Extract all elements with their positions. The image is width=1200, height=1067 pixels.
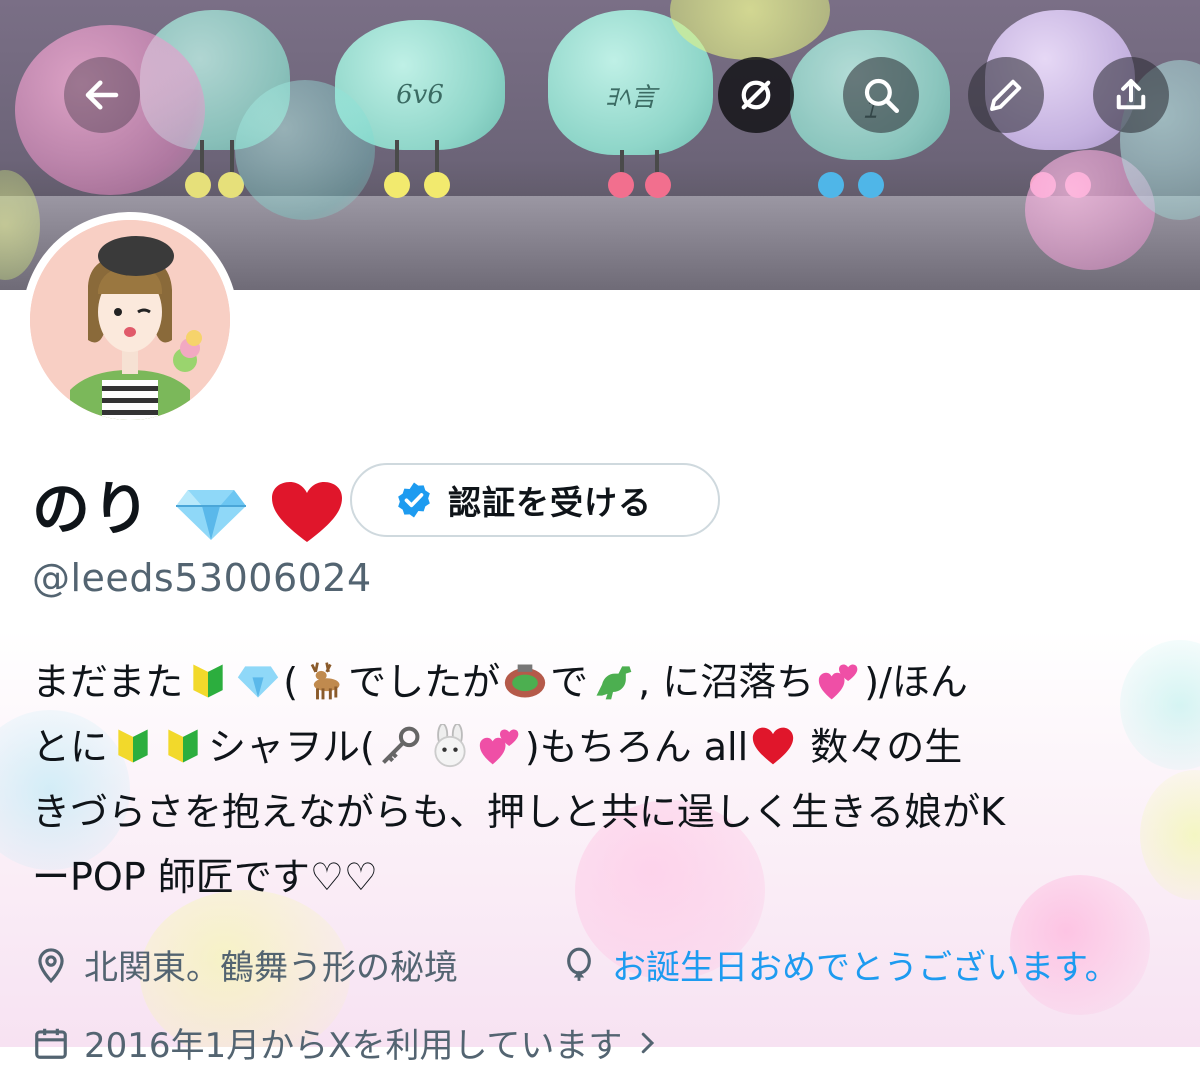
birthday[interactable]: お誕生日おめでとうございます。 (560, 940, 1119, 989)
share-icon (1116, 78, 1146, 110)
join-date-text: 2016年1月からXを利用しています (84, 1026, 623, 1066)
beginner-mark-icon (193, 664, 223, 698)
display-name-text: のり (32, 475, 153, 543)
bio-line: とに シャヲル()もちろん all 数々の生 (32, 724, 963, 769)
back-button[interactable] (64, 57, 140, 133)
search-button[interactable] (843, 57, 919, 133)
two-hearts-icon (819, 664, 858, 700)
heart-icon (752, 727, 794, 765)
balloon-icon (567, 947, 591, 981)
profile-bio: まだまた(でしたがで, に沼落ち)/ほん とに シャヲル()もちろん all 数々… (32, 650, 1182, 910)
bio-line: ーPOP 師匠です♡♡ (32, 855, 378, 899)
chevron-right-icon[interactable] (632, 1028, 662, 1058)
heart-icon (272, 481, 343, 542)
edit-icon (990, 79, 1022, 111)
location-pin-icon (38, 947, 64, 983)
stadium-icon (504, 664, 546, 698)
avatar[interactable] (22, 212, 238, 428)
username-handle: @leeds53006024 (32, 556, 372, 600)
back-arrow-icon (85, 80, 119, 110)
beginner-mark-icon (118, 729, 148, 763)
verified-badge-icon (398, 482, 430, 518)
edit-button[interactable] (968, 57, 1044, 133)
bio-line: まだまた(でしたがで, に沼落ち)/ほん (32, 660, 968, 704)
banner-plush-text: 6v6 (396, 79, 444, 110)
search-icon (864, 78, 900, 114)
grok-icon (741, 80, 771, 110)
location-text: 北関東。鶴舞う形の秘境 (84, 948, 458, 988)
key-icon (381, 726, 420, 764)
join-date: 2016年1月からXを利用しています (32, 1018, 662, 1067)
dinosaur-icon (596, 666, 632, 700)
location: 北関東。鶴舞う形の秘境 (32, 940, 458, 989)
avatar-image (30, 220, 230, 420)
grok-button[interactable] (718, 57, 794, 133)
calendar-icon (35, 1028, 67, 1059)
banner-plush-text: ﾖﾍ言 (604, 82, 657, 113)
beginner-mark-icon (168, 729, 198, 763)
two-hearts-icon (479, 729, 519, 765)
share-button[interactable] (1093, 57, 1169, 133)
get-verified-label: 認証を受ける (448, 483, 652, 522)
birthday-text[interactable]: お誕生日おめでとうございます。 (612, 940, 1119, 989)
gem-icon (238, 666, 279, 698)
rabbit-face-icon (434, 724, 466, 768)
display-name: のり (32, 462, 344, 546)
get-verified-button[interactable]: 認証を受ける (350, 463, 720, 537)
bubble (235, 80, 375, 220)
deer-icon (310, 662, 340, 700)
gem-icon (176, 489, 247, 540)
bio-line: きづらさを抱えながらも、押しと共に逞しく生きる娘がK (32, 790, 1006, 834)
